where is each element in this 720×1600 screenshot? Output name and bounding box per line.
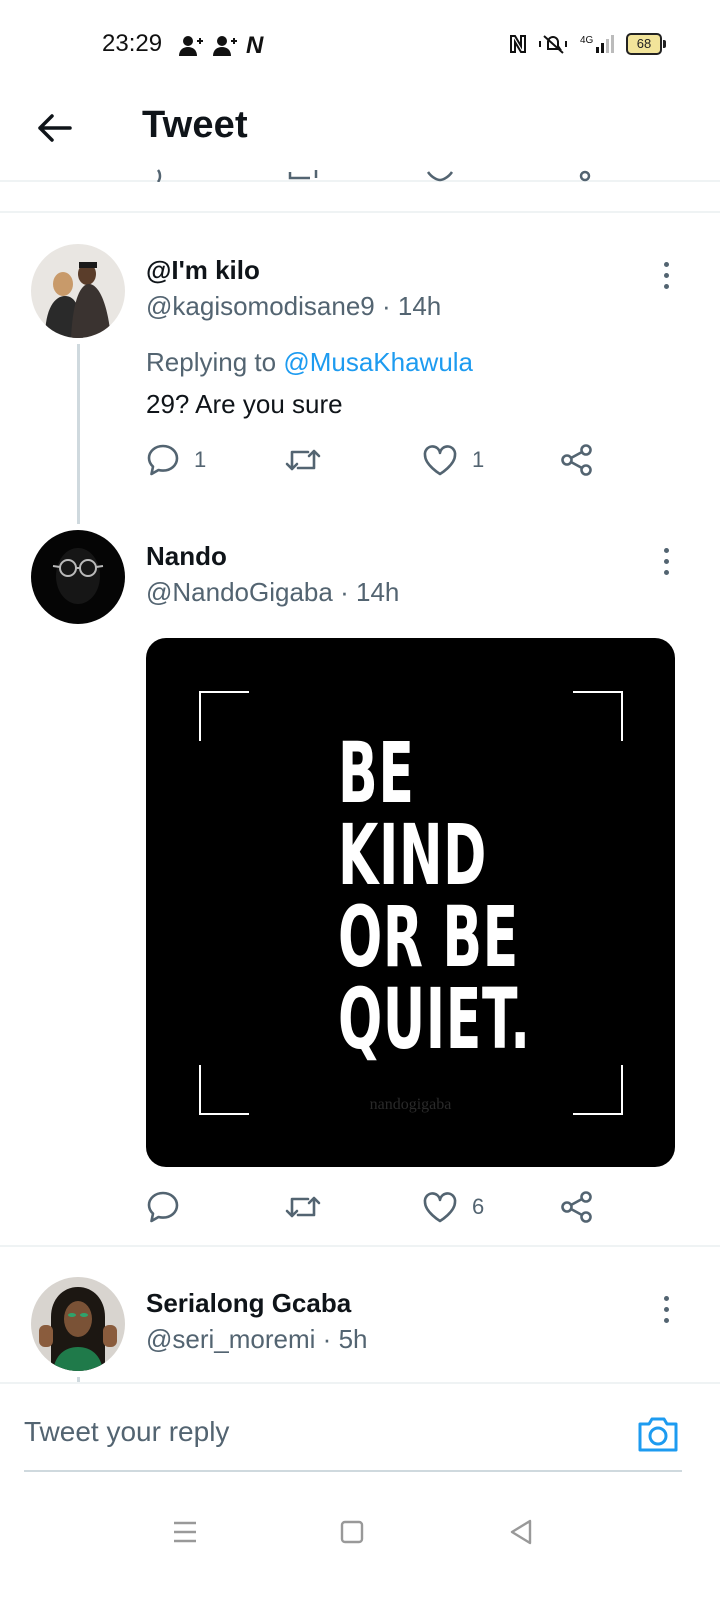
reply-input-underline bbox=[24, 1470, 682, 1472]
tweet-timestamp: 5h bbox=[338, 1324, 368, 1354]
tweet-author-handle[interactable]: @seri_moremi bbox=[146, 1324, 315, 1354]
retweet-icon bbox=[285, 1196, 321, 1218]
nfc-icon bbox=[510, 35, 526, 53]
like-count: 1 bbox=[472, 447, 485, 472]
retweet-button[interactable] bbox=[284, 440, 322, 480]
home-button[interactable] bbox=[332, 1512, 372, 1552]
frame-corner bbox=[573, 691, 623, 741]
status-right-icons: 4G 68 bbox=[508, 33, 666, 55]
reply-count: 1 bbox=[194, 447, 207, 472]
reply-composer: Tweet your reply bbox=[0, 1382, 720, 1482]
replying-to-line: Replying to @MusaKhawula bbox=[146, 347, 473, 378]
tweet-text: 29? Are you sure bbox=[146, 389, 343, 419]
replying-to-label: Replying to bbox=[146, 347, 277, 377]
previous-tweet-actions bbox=[140, 168, 600, 182]
like-button[interactable]: 6 bbox=[422, 1187, 484, 1227]
reply-icon bbox=[147, 1191, 179, 1223]
more-options-button[interactable] bbox=[651, 541, 681, 581]
person-add-icon bbox=[213, 36, 237, 56]
back-button[interactable] bbox=[30, 104, 78, 152]
camera-icon bbox=[638, 1417, 678, 1452]
back-triangle-icon bbox=[510, 1519, 532, 1545]
reply-input[interactable]: Tweet your reply bbox=[24, 1416, 229, 1448]
like-button[interactable]: 1 bbox=[422, 440, 484, 480]
share-icon bbox=[561, 1191, 592, 1223]
battery-icon: 68 bbox=[626, 33, 666, 55]
system-back-button[interactable] bbox=[501, 1512, 541, 1552]
svg-text:4G: 4G bbox=[580, 35, 594, 46]
avatar[interactable] bbox=[31, 1277, 125, 1371]
share-icon bbox=[561, 444, 592, 476]
signal-icon: 4G bbox=[580, 35, 614, 53]
retweet-icon bbox=[285, 449, 321, 471]
tweet-divider bbox=[0, 1245, 720, 1247]
tweet-author-meta: @kagisomodisane9 · 14h bbox=[146, 291, 441, 322]
tweet-author-handle[interactable]: @kagisomodisane9 bbox=[146, 291, 375, 321]
avatar[interactable] bbox=[31, 530, 125, 624]
tweet-timestamp: 14h bbox=[397, 291, 442, 321]
tweet-author-handle[interactable]: @NandoGigaba bbox=[146, 577, 333, 607]
tweet-author-name[interactable]: Nando bbox=[146, 541, 227, 572]
media-watermark: nandogigaba bbox=[369, 1096, 452, 1113]
more-options-button[interactable] bbox=[651, 1289, 681, 1329]
meta-separator: · bbox=[381, 291, 391, 321]
camera-button[interactable] bbox=[636, 1414, 680, 1454]
avatar[interactable] bbox=[31, 244, 125, 338]
reply-button[interactable]: 1 bbox=[146, 440, 206, 480]
netflix-icon: N bbox=[246, 32, 264, 59]
tweet-author-name[interactable]: Serialong Gcaba bbox=[146, 1288, 351, 1319]
reply-button[interactable] bbox=[146, 1187, 194, 1227]
retweet-button[interactable] bbox=[284, 1187, 322, 1227]
heart-icon bbox=[423, 445, 457, 476]
tweet-author-name[interactable]: @I'm kilo bbox=[146, 255, 260, 286]
person-add-icon bbox=[179, 36, 203, 56]
vibrate-mute-icon bbox=[539, 35, 567, 54]
share-button[interactable] bbox=[560, 1187, 594, 1227]
status-time: 23:29 bbox=[102, 30, 163, 57]
share-button[interactable] bbox=[560, 440, 594, 480]
heart-icon bbox=[423, 1192, 457, 1223]
meta-separator: · bbox=[340, 577, 349, 607]
like-count: 6 bbox=[472, 1194, 485, 1219]
more-options-button[interactable] bbox=[651, 255, 681, 295]
reply-icon bbox=[147, 444, 179, 476]
system-nav-bar bbox=[0, 1482, 720, 1600]
home-square-icon bbox=[340, 1520, 364, 1544]
media-quote-text: BE KIND OR BE QUIET. bbox=[338, 724, 531, 1068]
menu-icon bbox=[174, 1521, 196, 1543]
section-divider bbox=[0, 211, 720, 213]
arrow-left-icon bbox=[38, 114, 72, 142]
status-left-icons: N bbox=[178, 32, 263, 60]
frame-corner bbox=[199, 691, 249, 741]
thread-connector bbox=[77, 344, 80, 524]
meta-separator: · bbox=[322, 1324, 332, 1354]
tweet-media-image[interactable]: BE KIND OR BE QUIET. nandogigaba bbox=[146, 638, 675, 1167]
page-title: Tweet bbox=[142, 104, 248, 146]
tweet-author-meta: @NandoGigaba · 14h bbox=[146, 577, 399, 608]
tweet-timestamp: 14h bbox=[356, 577, 400, 607]
tweet-author-meta: @seri_moremi · 5h bbox=[146, 1324, 367, 1355]
recents-button[interactable] bbox=[165, 1512, 205, 1552]
replying-to-mention[interactable]: @MusaKhawula bbox=[283, 347, 473, 377]
